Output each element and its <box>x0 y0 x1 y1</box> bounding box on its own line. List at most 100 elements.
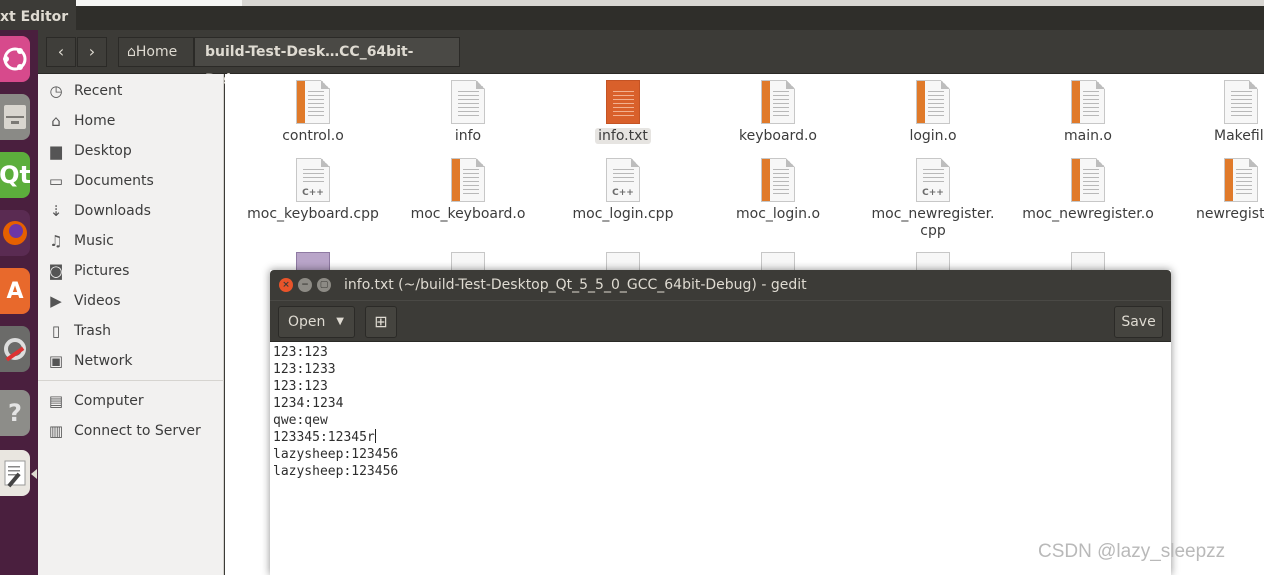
object-file-icon <box>916 80 950 124</box>
help-icon[interactable]: ? <box>0 390 30 436</box>
camera-icon: ◙ <box>48 262 64 280</box>
file-item[interactable]: C++ moc_newregister.cpp <box>858 158 1008 240</box>
sidebar-item-label: Videos <box>74 293 121 309</box>
sidebar-item-desktop[interactable]: ▆ Desktop <box>38 136 224 166</box>
sidebar-item-label: Desktop <box>74 143 132 159</box>
home-icon: ⌂ <box>51 112 61 130</box>
trash-icon: ▯ <box>51 322 61 340</box>
file-name: keyboard.o <box>739 128 817 144</box>
object-file-icon <box>1224 158 1258 202</box>
network-icon: ▣ <box>48 352 64 370</box>
file-item[interactable]: main.o <box>1013 80 1163 145</box>
close-icon[interactable]: × <box>279 278 293 292</box>
sidebar-item-recent[interactable]: ◷ Recent <box>38 76 224 106</box>
file-item[interactable]: moc_login.o <box>703 158 853 223</box>
sidebar-item-connect-to-server[interactable]: ▥ Connect to Server <box>38 416 224 446</box>
file-item[interactable]: moc_newregister.o <box>1013 158 1163 223</box>
editor-line: 123:1233 <box>273 362 336 377</box>
launcher: Qt A ? <box>0 30 38 575</box>
save-button[interactable]: Save <box>1114 306 1163 338</box>
object-file-icon <box>761 158 795 202</box>
new-tab-button[interactable]: ⊞ <box>365 306 397 338</box>
path-current-button[interactable]: build-Test-Desk…CC_64bit-Debug <box>194 37 460 88</box>
file-item[interactable]: info <box>393 80 543 145</box>
top-panel-area <box>76 6 1264 30</box>
sidebar-divider <box>38 380 224 381</box>
forward-button[interactable]: › <box>77 37 107 67</box>
file-item[interactable]: login.o <box>858 80 1008 145</box>
maximize-icon[interactable]: ▢ <box>317 278 331 292</box>
cpp-file-icon: C++ <box>296 158 330 202</box>
qt-creator-icon[interactable]: Qt <box>0 152 30 198</box>
open-label: Open <box>288 314 326 330</box>
sidebar-item-computer[interactable]: ▤ Computer <box>38 386 224 416</box>
chevron-down-icon: ▼ <box>336 316 344 327</box>
download-icon: ⇣ <box>49 202 63 220</box>
watermark: CSDN @lazy_sleepzz <box>1038 541 1226 562</box>
sidebar-item-label: Computer <box>74 393 144 409</box>
file-item[interactable]: moc_keyboard.o <box>393 158 543 223</box>
gedit-titlebar[interactable]: × − ▢ info.txt (~/build-Test-Desktop_Qt_… <box>270 270 1171 300</box>
sidebar-item-downloads[interactable]: ⇣ Downloads <box>38 196 224 226</box>
file-item[interactable]: keyboard.o <box>703 80 853 145</box>
path-home-button[interactable]: ⌂Home <box>118 37 194 67</box>
sidebar-item-label: Recent <box>74 83 123 99</box>
file-name: main.o <box>1064 128 1112 144</box>
sidebar-item-label: Music <box>74 233 114 249</box>
file-item[interactable]: Makefil <box>1168 80 1264 145</box>
sidebar-item-label: Connect to Server <box>74 423 201 439</box>
sidebar-item-documents[interactable]: ▭ Documents <box>38 166 224 196</box>
partial-file-icon <box>916 252 950 272</box>
text-editor-icon[interactable] <box>0 450 30 496</box>
sidebar-item-pictures[interactable]: ◙ Pictures <box>38 256 224 286</box>
file-item[interactable]: newregist <box>1168 158 1264 223</box>
file-item[interactable]: C++ moc_keyboard.cpp <box>238 158 388 223</box>
object-file-icon <box>1071 80 1105 124</box>
clock-icon: ◷ <box>49 82 63 100</box>
music-icon: ♫ <box>49 232 63 250</box>
path-home-label: Home <box>135 44 178 60</box>
file-name: control.o <box>282 128 344 144</box>
sidebar-item-label: Home <box>74 113 116 129</box>
file-item-selected[interactable]: info.txt <box>548 80 698 145</box>
open-button[interactable]: Open ▼ <box>278 306 355 338</box>
sidebar: ◷ Recent ⌂ Home ▆ Desktop ▭ Documents ⇣ Downl… <box>38 74 224 575</box>
system-settings-icon[interactable] <box>0 326 30 372</box>
file-item[interactable]: control.o <box>238 80 388 145</box>
file-item[interactable]: C++ moc_login.cpp <box>548 158 698 223</box>
editor-line-with-cursor: 123345:12345r <box>273 429 376 445</box>
back-button[interactable]: ‹ <box>46 37 76 67</box>
gedit-window: × − ▢ info.txt (~/build-Test-Desktop_Qt_… <box>270 270 1171 575</box>
sidebar-item-music[interactable]: ♫ Music <box>38 226 224 256</box>
editor-line: 123:123 <box>273 379 328 394</box>
new-tab-icon: ⊞ <box>374 312 388 331</box>
sidebar-item-label: Documents <box>74 173 154 189</box>
file-name: info <box>454 128 482 144</box>
partial-file-icon <box>451 252 485 272</box>
editor-line: lazysheep:123456 <box>273 464 399 479</box>
sidebar-item-network[interactable]: ▣ Network <box>38 346 224 376</box>
cpp-file-icon: C++ <box>916 158 950 202</box>
file-name: login.o <box>909 128 957 144</box>
firefox-icon[interactable] <box>0 210 30 256</box>
file-name: Makefil <box>1214 128 1264 144</box>
object-file-icon <box>296 80 330 124</box>
home-icon: ⌂ <box>127 44 136 60</box>
file-name: moc_keyboard.o <box>410 206 526 222</box>
folder-icon: ▆ <box>50 142 62 160</box>
minimize-icon[interactable]: − <box>298 278 312 292</box>
computer-icon: ▤ <box>48 392 64 410</box>
file-name: moc_login.o <box>735 206 821 222</box>
text-editor-area[interactable]: 123:123 123:1233 123:123 1234:1234 qwe:q… <box>270 342 1171 575</box>
gedit-toolbar: Open ▼ ⊞ Save <box>270 300 1171 342</box>
software-center-icon[interactable]: A <box>0 268 30 314</box>
sidebar-item-home[interactable]: ⌂ Home <box>38 106 224 136</box>
ubuntu-dash-icon[interactable] <box>0 36 30 82</box>
partial-file-icon <box>761 252 795 272</box>
text-cursor <box>374 429 376 443</box>
sidebar-item-trash[interactable]: ▯ Trash <box>38 316 224 346</box>
sidebar-item-videos[interactable]: ▶ Videos <box>38 286 224 316</box>
partial-file-icon <box>296 252 330 272</box>
files-app-icon[interactable] <box>0 94 30 140</box>
video-icon: ▶ <box>50 292 62 310</box>
